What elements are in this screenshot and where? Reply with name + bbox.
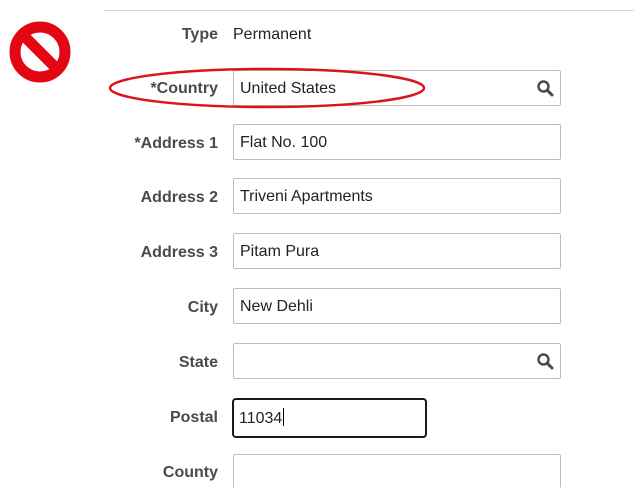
postal-value: 11034 xyxy=(239,410,283,427)
type-value: Permanent xyxy=(233,26,312,43)
address3-field[interactable]: Pitam Pura xyxy=(233,233,561,269)
country-field[interactable]: United States xyxy=(233,70,561,106)
no-entry-icon xyxy=(9,21,71,83)
text-caret xyxy=(283,408,285,426)
state-label: State xyxy=(178,354,218,371)
address1-value: Flat No. 100 xyxy=(240,134,328,151)
search-icon[interactable] xyxy=(536,79,554,97)
address1-label: *Address 1 xyxy=(134,135,218,152)
address2-label: Address 2 xyxy=(140,189,218,206)
country-value: United States xyxy=(240,80,337,97)
type-label: Type xyxy=(181,26,218,43)
search-icon[interactable] xyxy=(536,352,554,370)
country-label: *Country xyxy=(150,80,218,97)
divider xyxy=(104,10,634,11)
postal-label: Postal xyxy=(169,409,218,426)
address2-value: Triveni Apartments xyxy=(240,188,373,205)
postal-value-wrap: 11034 xyxy=(239,408,285,429)
address1-field[interactable]: Flat No. 100 xyxy=(233,124,561,160)
postal-field[interactable]: 11034 xyxy=(232,398,427,438)
city-value: New Dehli xyxy=(240,298,313,315)
county-field[interactable] xyxy=(233,454,561,488)
address3-value: Pitam Pura xyxy=(240,243,320,260)
address3-label: Address 3 xyxy=(140,244,218,261)
state-field[interactable] xyxy=(233,343,561,379)
address2-field[interactable]: Triveni Apartments xyxy=(233,178,561,214)
address-form-page: Type Permanent *Country United States *A… xyxy=(0,0,634,488)
city-label: City xyxy=(187,299,218,316)
county-label: County xyxy=(162,464,218,481)
city-field[interactable]: New Dehli xyxy=(233,288,561,324)
